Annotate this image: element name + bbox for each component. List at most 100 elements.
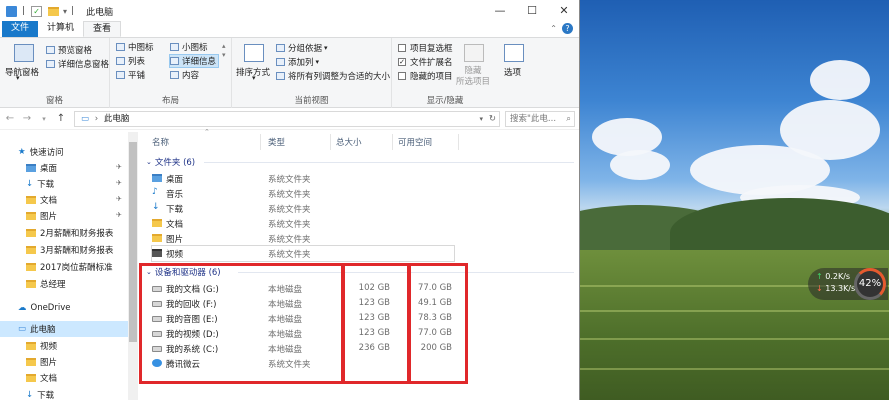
nav-quick-access[interactable]: ★ 快速访问 [18,144,64,160]
tab-view[interactable]: 查看 [83,21,122,37]
maximize-button[interactable]: ☐ [516,0,548,22]
nav-pc-documents[interactable]: 文档 [26,370,57,386]
hidden-items-toggle[interactable]: 隐藏的项目 [398,70,453,82]
layout-group: 中图标 小图标 列表 详细信息 平铺 内容 ▴ ▾ 布局 [110,38,232,108]
navigation-pane-dropdown-icon[interactable]: ▾ [16,74,20,82]
recent-locations-icon[interactable]: ▾ [37,115,51,123]
nav-item-downloads[interactable]: ↓ 下载 [26,176,54,192]
sort-by-icon[interactable] [244,44,264,62]
list-item[interactable]: ↓ 下载 系统文件夹 [152,201,452,216]
highlight-box-drives [139,263,345,384]
properties-icon[interactable]: ✓ [31,5,43,17]
sort-by-dropdown-icon[interactable]: ▾ [252,74,256,82]
layout-details[interactable]: 详细信息 [168,54,220,68]
customize-toolbar-icon[interactable]: ▾ [63,7,67,16]
collapse-ribbon-icon[interactable]: ⌃ [550,24,557,33]
list-item[interactable]: 桌面 系统文件夹 [152,171,452,186]
field-terrace [580,368,889,370]
column-divider[interactable] [260,134,261,150]
nav-onedrive[interactable]: ☁ OneDrive [18,300,70,316]
column-divider[interactable] [458,134,459,150]
column-header-type[interactable]: 类型 [268,136,285,148]
refresh-icon[interactable]: ↻ [489,112,496,126]
help-icon[interactable]: ? [562,23,573,34]
file-extensions-toggle[interactable]: ✓ 文件扩展名 [398,56,453,68]
layout-list[interactable]: 列表 [116,55,145,67]
tab-computer[interactable]: 计算机 [38,21,83,37]
nav-item-desktop[interactable]: 桌面 [26,160,57,176]
column-divider[interactable] [392,134,393,150]
details-pane-button[interactable]: 详细信息窗格 [46,58,109,70]
column-header-name[interactable]: 名称 [152,136,169,148]
hide-selected-button[interactable]: 隐藏 所选项目 [456,66,490,88]
fit-columns-button[interactable]: 将所有列调整为合适的大小 [276,70,390,82]
layout-content[interactable]: 内容 [170,69,199,81]
minimize-button[interactable]: — [484,0,516,22]
navigation-pane: ★ 快速访问 桌面 ✈ ↓ 下载 ✈ 文档 ✈ 图片 ✈ 2月薪酬和财务报表 3月薪… [0,132,138,403]
nav-item-pictures[interactable]: 图片 [26,208,57,224]
pictures-icon [152,234,162,242]
address-dropdown-icon[interactable]: ▾ [479,112,483,126]
options-icon[interactable] [504,44,524,62]
navigation-pane-icon[interactable] [14,44,34,62]
file-extensions-checkbox: ✓ [398,58,406,66]
nav-this-pc[interactable]: ▭ 此电脑 [0,321,128,337]
layout-scroll-arrows[interactable]: ▴ ▾ [222,42,226,60]
new-folder-icon[interactable] [48,6,60,16]
list-item[interactable]: 视频 系统文件夹 [151,245,455,262]
network-speed-widget[interactable]: ↑ 0.2K/s ↓ 13.3K/s 42% [808,268,888,300]
layout-group-label: 布局 [161,96,179,106]
folder-icon [26,229,36,237]
item-checkboxes-toggle[interactable]: 项目复选框 [398,42,453,54]
fit-columns-icon [276,72,285,80]
layout-medium-icons[interactable]: 中图标 [116,41,154,53]
details-pane-label: 详细信息窗格 [58,60,110,70]
nav-item-general-manager[interactable]: 总经理 [26,276,66,292]
nav-item-2017-salary[interactable]: 2017岗位薪酬标准 [26,259,113,275]
layout-tiles[interactable]: 平铺 [116,69,145,81]
back-button[interactable]: ← [3,113,17,124]
tab-file[interactable]: 文件 [2,21,39,37]
preview-pane-button[interactable]: 预览窗格 [46,44,92,56]
list-item[interactable]: 图片 系统文件夹 [152,231,452,246]
pictures-icon [26,358,36,366]
nav-item-documents[interactable]: 文档 [26,192,57,208]
show-hide-group-label: 显示/隐藏 [426,96,464,106]
list-item[interactable]: 文档 系统文件夹 [152,216,452,231]
nav-onedrive-label: OneDrive [30,303,71,313]
add-column-button[interactable]: 添加列 ▾ [276,56,319,68]
layout-details-label: 详细信息 [182,57,217,67]
file-explorer-window: | ✓ ▾ | 此电脑 — ☐ ✕ 文件 计算机 查看 ⌃ ? 导航窗格 ▾ 预… [0,0,580,403]
column-header-free-space[interactable]: 可用空间 [398,136,432,148]
list-item[interactable]: ♪ 音乐 系统文件夹 [152,186,452,201]
column-header-total-size[interactable]: 总大小 [336,136,362,148]
nav-pc-pictures[interactable]: 图片 [26,354,57,370]
address-field[interactable]: ▭ › 此电脑 ▾ ↻ [74,111,500,127]
search-input[interactable]: 搜索"此电... ⌕ [505,111,575,127]
nav-scrollbar-thumb[interactable] [129,142,137,342]
nav-scrollbar[interactable] [128,132,138,400]
item-name: 桌面 [166,175,184,185]
item-type: 系统文件夹 [268,190,311,200]
navigation-pane-button[interactable]: 导航窗格 [5,66,39,78]
nav-item-feb-report[interactable]: 2月薪酬和财务报表 [26,225,113,241]
close-button[interactable]: ✕ [548,0,580,22]
hide-selected-icon[interactable] [464,44,484,62]
layout-small-icons-label: 小图标 [182,43,208,53]
column-divider[interactable] [330,134,331,150]
highlight-box-total-size [341,263,410,384]
layout-small-icons[interactable]: 小图标 [170,41,208,53]
nav-item-mar-report[interactable]: 3月薪酬和财务报表 [26,242,113,258]
details-pane-icon [46,60,55,68]
group-by-button[interactable]: 分组依据 ▾ [276,42,328,54]
fit-columns-label: 将所有列调整为合适的大小 [288,72,391,82]
options-button[interactable]: 选项 [504,66,521,78]
breadcrumb-this-pc[interactable]: 此电脑 [104,114,130,124]
nav-pc-downloads[interactable]: ↓ 下载 [26,387,54,403]
layout-list-label: 列表 [128,57,146,67]
folders-group-header[interactable]: ⌄ 文件夹 (6) [146,156,195,168]
nav-pc-videos[interactable]: 视频 [26,338,57,354]
forward-button[interactable]: → [20,113,34,124]
folder-icon [26,263,36,271]
up-button[interactable]: ↑ [54,113,68,124]
